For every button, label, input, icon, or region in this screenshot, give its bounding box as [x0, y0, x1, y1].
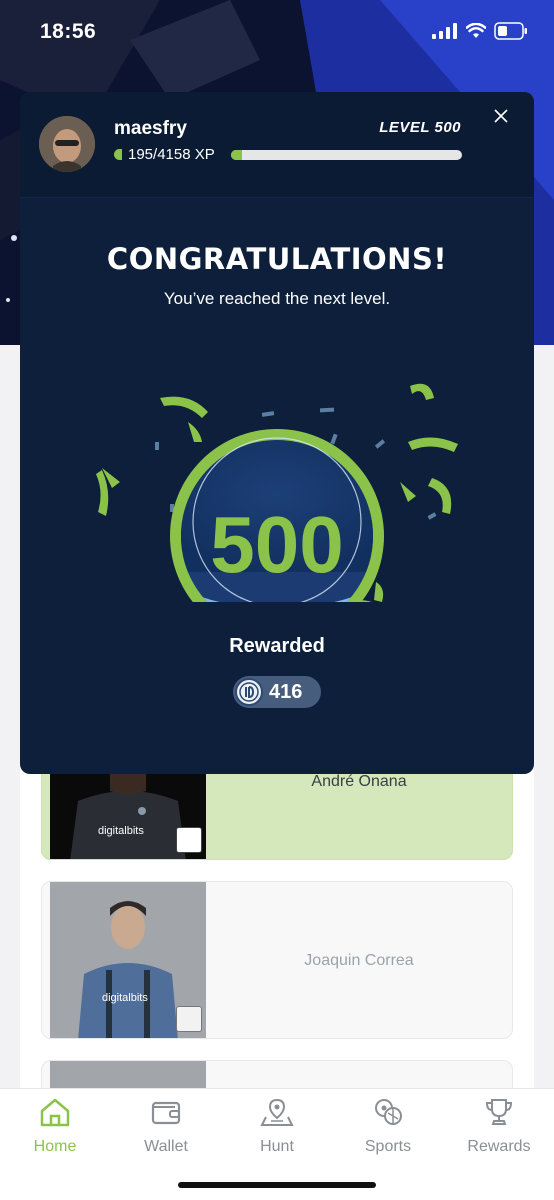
rewarded-label: Rewarded: [229, 635, 325, 657]
player-name: André Onana: [311, 773, 407, 790]
nav-rewards[interactable]: Rewards: [449, 1097, 549, 1156]
nav-home-label: Home: [33, 1138, 77, 1155]
jersey-sponsor: digitalbits: [98, 825, 144, 837]
nav-rewards-label: Rewards: [467, 1138, 531, 1155]
nav-hunt-label: Hunt: [260, 1138, 294, 1155]
reward-amount-pill: 416: [233, 676, 321, 708]
avatar: [39, 116, 95, 172]
gallery-icon[interactable]: [176, 1006, 202, 1032]
status-time: 18:56: [40, 20, 97, 43]
nav-home[interactable]: Home: [5, 1097, 105, 1156]
map-pin-icon: [260, 1098, 294, 1126]
reward-amount: 416: [269, 680, 303, 703]
signal-icon: [432, 23, 457, 39]
xp-progress-fill: [231, 150, 242, 160]
gallery-icon[interactable]: [176, 827, 202, 853]
xp-value: 195/4158 XP: [128, 146, 215, 163]
jersey-sponsor: digitalbits: [102, 992, 148, 1004]
status-bar: 18:56: [0, 0, 554, 66]
username: maesfry: [114, 118, 187, 139]
battery-icon: [494, 22, 527, 40]
close-icon[interactable]: [492, 108, 510, 126]
sports-balls-icon: [375, 1099, 402, 1125]
player-photo: digitalbits: [50, 761, 206, 859]
home-indicator: [178, 1182, 376, 1188]
nav-sports-label: Sports: [364, 1138, 412, 1155]
level-badge: 500: [96, 383, 458, 602]
nav-wallet[interactable]: Wallet: [116, 1097, 216, 1156]
modal-header: maesfry LEVEL 500 195/4158 XP: [20, 92, 534, 198]
xp-indicator: [114, 149, 122, 160]
player-card-onana[interactable]: digitalbits André Onana: [41, 760, 513, 860]
player-card-correa[interactable]: digitalbits Joaquin Correa: [41, 881, 513, 1039]
congratulations-title: CONGRATULATIONS!: [106, 242, 448, 276]
nav-hunt[interactable]: Hunt: [227, 1097, 327, 1156]
home-icon: [40, 1098, 70, 1127]
nav-sports[interactable]: Sports: [338, 1097, 438, 1156]
badge-level-number: 500: [210, 500, 343, 589]
wallet-icon: [151, 1101, 181, 1125]
status-icons: [432, 22, 528, 40]
xp-progress-bar: [231, 150, 462, 160]
level-up-modal: maesfry LEVEL 500 195/4158 XP CONGRATULA…: [20, 92, 534, 774]
nav-wallet-label: Wallet: [144, 1138, 188, 1155]
player-name: Joaquin Correa: [304, 952, 414, 969]
wifi-icon: [466, 23, 486, 38]
trophy-icon: [485, 1099, 513, 1125]
level-label: LEVEL 500: [379, 119, 461, 136]
player-photo: digitalbits: [50, 882, 206, 1038]
token-coin-icon: [235, 678, 263, 706]
xp-progress-text: 195/4158 XP: [114, 146, 215, 163]
